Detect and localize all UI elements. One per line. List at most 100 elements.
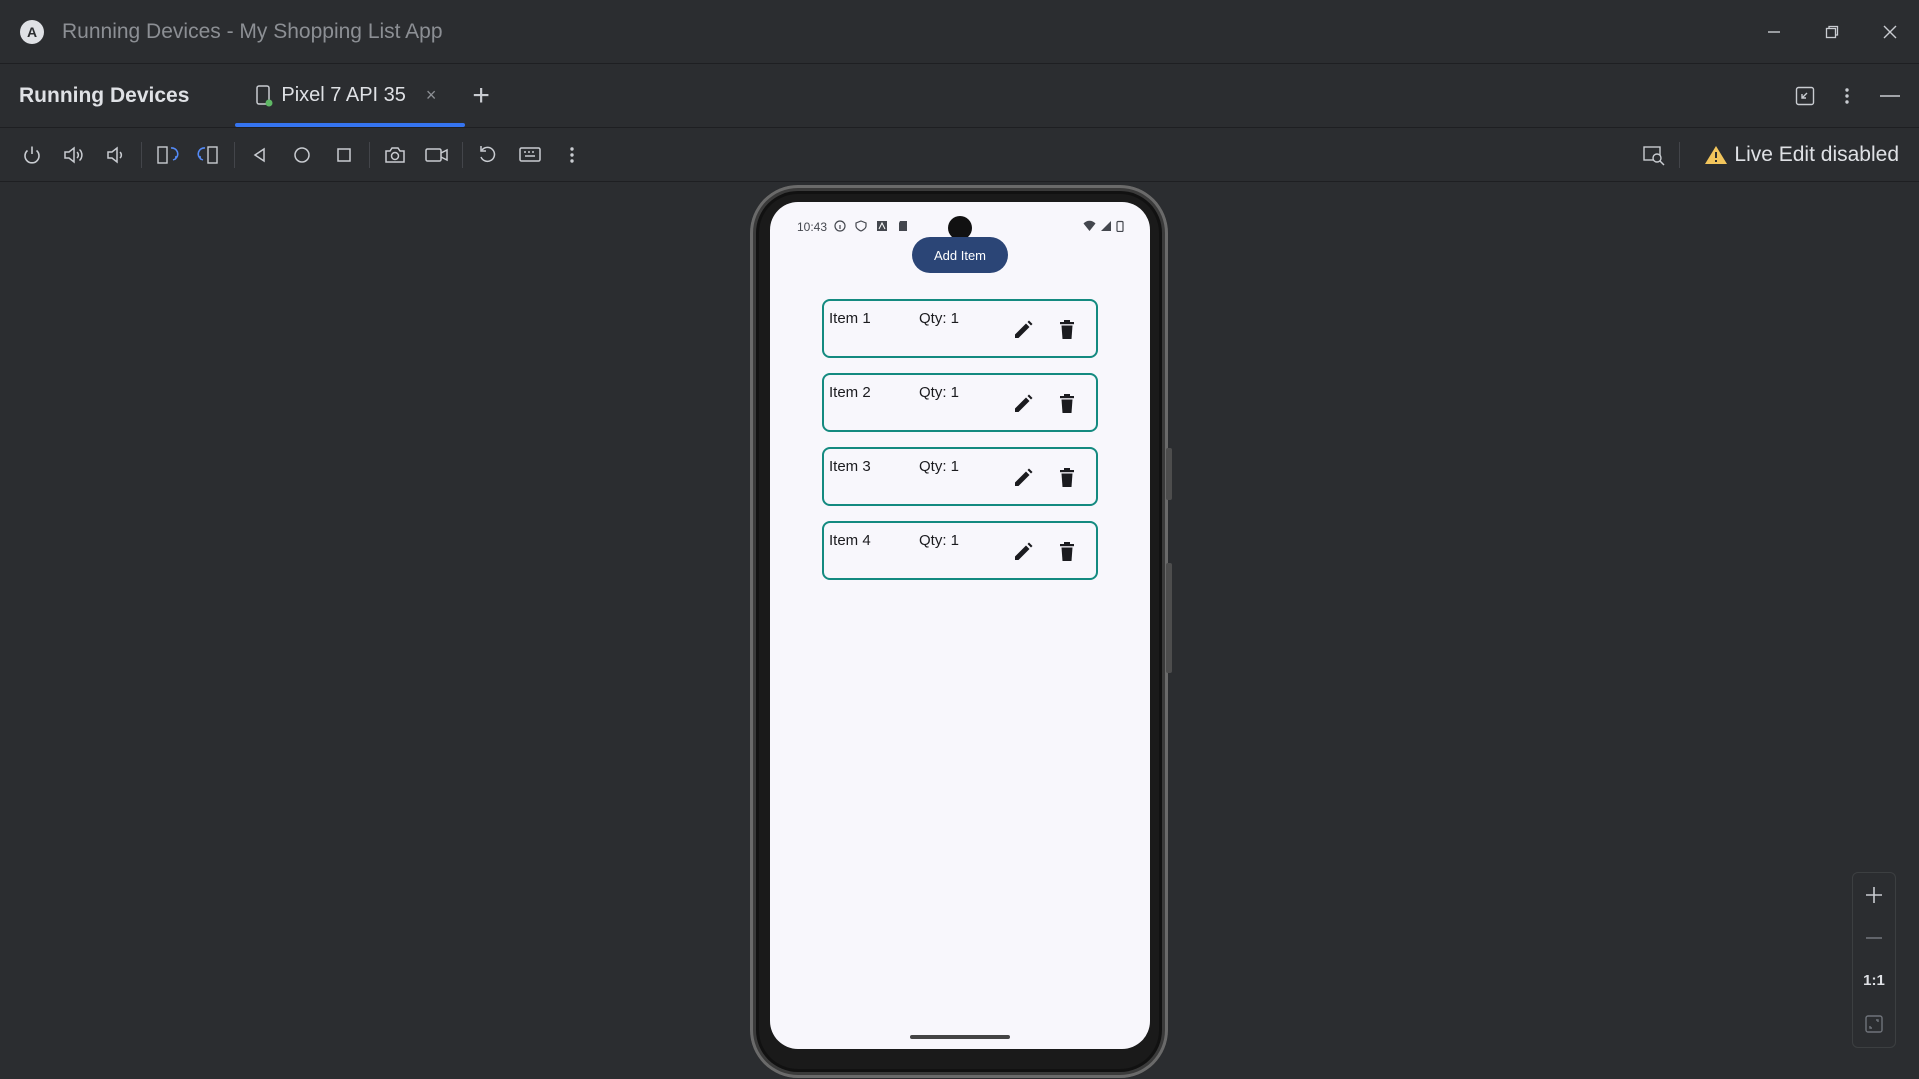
layout-inspector-button[interactable] xyxy=(1633,134,1675,176)
shield-icon xyxy=(855,220,867,232)
delete-icon[interactable] xyxy=(1058,393,1076,415)
zoom-controls: 1:1 xyxy=(1852,872,1896,1048)
plus-icon xyxy=(1866,886,1882,903)
screenshot-button[interactable] xyxy=(374,134,416,176)
gesture-home-indicator[interactable] xyxy=(910,1035,1010,1039)
toolbar-separator xyxy=(462,141,463,168)
minimize-button[interactable] xyxy=(1745,0,1803,63)
notification-icons xyxy=(834,220,909,232)
item-quantity: Qty: 1 xyxy=(919,458,960,475)
window-controls xyxy=(1745,0,1919,63)
item-quantity: Qty: 1 xyxy=(919,384,960,401)
home-button[interactable] xyxy=(281,134,323,176)
rotate-right-button[interactable] xyxy=(188,134,230,176)
volume-down-button[interactable] xyxy=(95,134,137,176)
signal-icon xyxy=(1101,221,1111,231)
delete-icon[interactable] xyxy=(1058,541,1076,563)
zoom-out-button[interactable] xyxy=(1853,916,1895,959)
android-studio-logo-icon: A xyxy=(20,19,44,44)
item-quantity: Qty: 1 xyxy=(919,310,960,327)
power-key xyxy=(1166,448,1172,500)
overview-icon xyxy=(337,147,351,162)
toolbar-separator xyxy=(234,141,235,168)
reset-button[interactable] xyxy=(467,134,509,176)
reset-icon xyxy=(480,145,496,162)
item-quantity: Qty: 1 xyxy=(919,532,960,549)
running-devices-tabbar: Running Devices Pixel 7 API 35 × + xyxy=(0,64,1919,128)
device-screen[interactable]: 10:43 Add Item Item 1 Qty: 1 Item 2 Qty:… xyxy=(770,202,1150,1049)
panel-actions xyxy=(1795,64,1901,127)
rotate-left-button[interactable] xyxy=(146,134,188,176)
keyboard-button[interactable] xyxy=(509,134,551,176)
list-item: Item 1 Qty: 1 xyxy=(822,299,1098,358)
keyboard-icon xyxy=(519,146,541,162)
toolbar-separator xyxy=(1679,141,1681,168)
volume-down-icon xyxy=(107,145,123,164)
hide-panel-icon[interactable] xyxy=(1879,86,1901,106)
device-toolbar: Live Edit disabled xyxy=(0,128,1919,182)
volume-up-icon xyxy=(64,145,83,164)
warning-icon xyxy=(1705,145,1728,164)
delete-icon[interactable] xyxy=(1058,319,1076,341)
tab-close-icon[interactable]: × xyxy=(426,85,437,106)
close-window-button[interactable] xyxy=(1861,0,1919,63)
zoom-actual-size-button[interactable]: 1:1 xyxy=(1853,959,1895,1002)
volume-up-button[interactable] xyxy=(53,134,95,176)
system-status-icons xyxy=(1083,220,1124,232)
tab-label: Pixel 7 API 35 xyxy=(281,84,406,106)
app-notification-icon xyxy=(877,221,887,231)
device-icon xyxy=(256,84,273,106)
tab-pixel-7-api-35[interactable]: Pixel 7 API 35 × xyxy=(235,64,466,127)
info-icon xyxy=(834,220,846,232)
edit-icon[interactable] xyxy=(1012,467,1034,489)
video-camera-icon xyxy=(425,147,448,162)
list-item: Item 3 Qty: 1 xyxy=(822,447,1098,506)
power-button[interactable] xyxy=(11,134,53,176)
add-item-button[interactable]: Add Item xyxy=(912,237,1008,273)
item-name: Item 2 xyxy=(829,384,871,401)
live-edit-status[interactable]: Live Edit disabled xyxy=(1704,143,1899,167)
add-tab-icon[interactable]: + xyxy=(472,79,490,113)
restore-layout-icon[interactable] xyxy=(1795,86,1815,106)
item-name: Item 1 xyxy=(829,310,871,327)
status-clock: 10:43 xyxy=(797,220,828,234)
delete-icon[interactable] xyxy=(1058,467,1076,489)
active-tab-indicator xyxy=(235,123,466,127)
close-icon xyxy=(1883,25,1897,38)
item-name: Item 4 xyxy=(829,532,871,549)
zoom-fit-button[interactable] xyxy=(1853,1002,1895,1045)
rotate-right-icon xyxy=(197,145,218,164)
minus-icon xyxy=(1866,936,1882,939)
back-button[interactable] xyxy=(239,134,281,176)
minimize-icon xyxy=(1768,30,1780,33)
more-options-icon[interactable] xyxy=(1837,86,1857,106)
panel-title: Running Devices xyxy=(19,83,190,107)
edit-icon[interactable] xyxy=(1012,319,1034,341)
volume-key xyxy=(1166,563,1172,673)
sd-card-icon xyxy=(899,221,907,231)
more-vertical-icon xyxy=(570,146,574,163)
window-title: Running Devices - My Shopping List App xyxy=(62,19,443,43)
battery-icon xyxy=(1116,220,1124,232)
toolbar-separator xyxy=(369,141,370,168)
wifi-icon xyxy=(1083,220,1096,231)
screen-record-button[interactable] xyxy=(416,134,458,176)
item-name: Item 3 xyxy=(829,458,871,475)
zoom-actual-label: 1:1 xyxy=(1863,972,1885,989)
overview-button[interactable] xyxy=(323,134,365,176)
list-item: Item 4 Qty: 1 xyxy=(822,521,1098,580)
edit-icon[interactable] xyxy=(1012,541,1034,563)
restore-button[interactable] xyxy=(1803,0,1861,63)
rotate-left-icon xyxy=(157,145,179,164)
more-actions-button[interactable] xyxy=(551,134,593,176)
title-bar: A Running Devices - My Shopping List App xyxy=(0,0,1919,64)
fit-screen-icon xyxy=(1865,1014,1883,1033)
list-item: Item 2 Qty: 1 xyxy=(822,373,1098,432)
home-icon xyxy=(294,146,310,163)
power-icon xyxy=(24,146,40,164)
back-icon xyxy=(253,147,265,162)
live-edit-label: Live Edit disabled xyxy=(1734,142,1899,166)
zoom-in-button[interactable] xyxy=(1853,873,1895,916)
toolbar-right: Live Edit disabled xyxy=(1633,128,1899,181)
edit-icon[interactable] xyxy=(1012,393,1034,415)
